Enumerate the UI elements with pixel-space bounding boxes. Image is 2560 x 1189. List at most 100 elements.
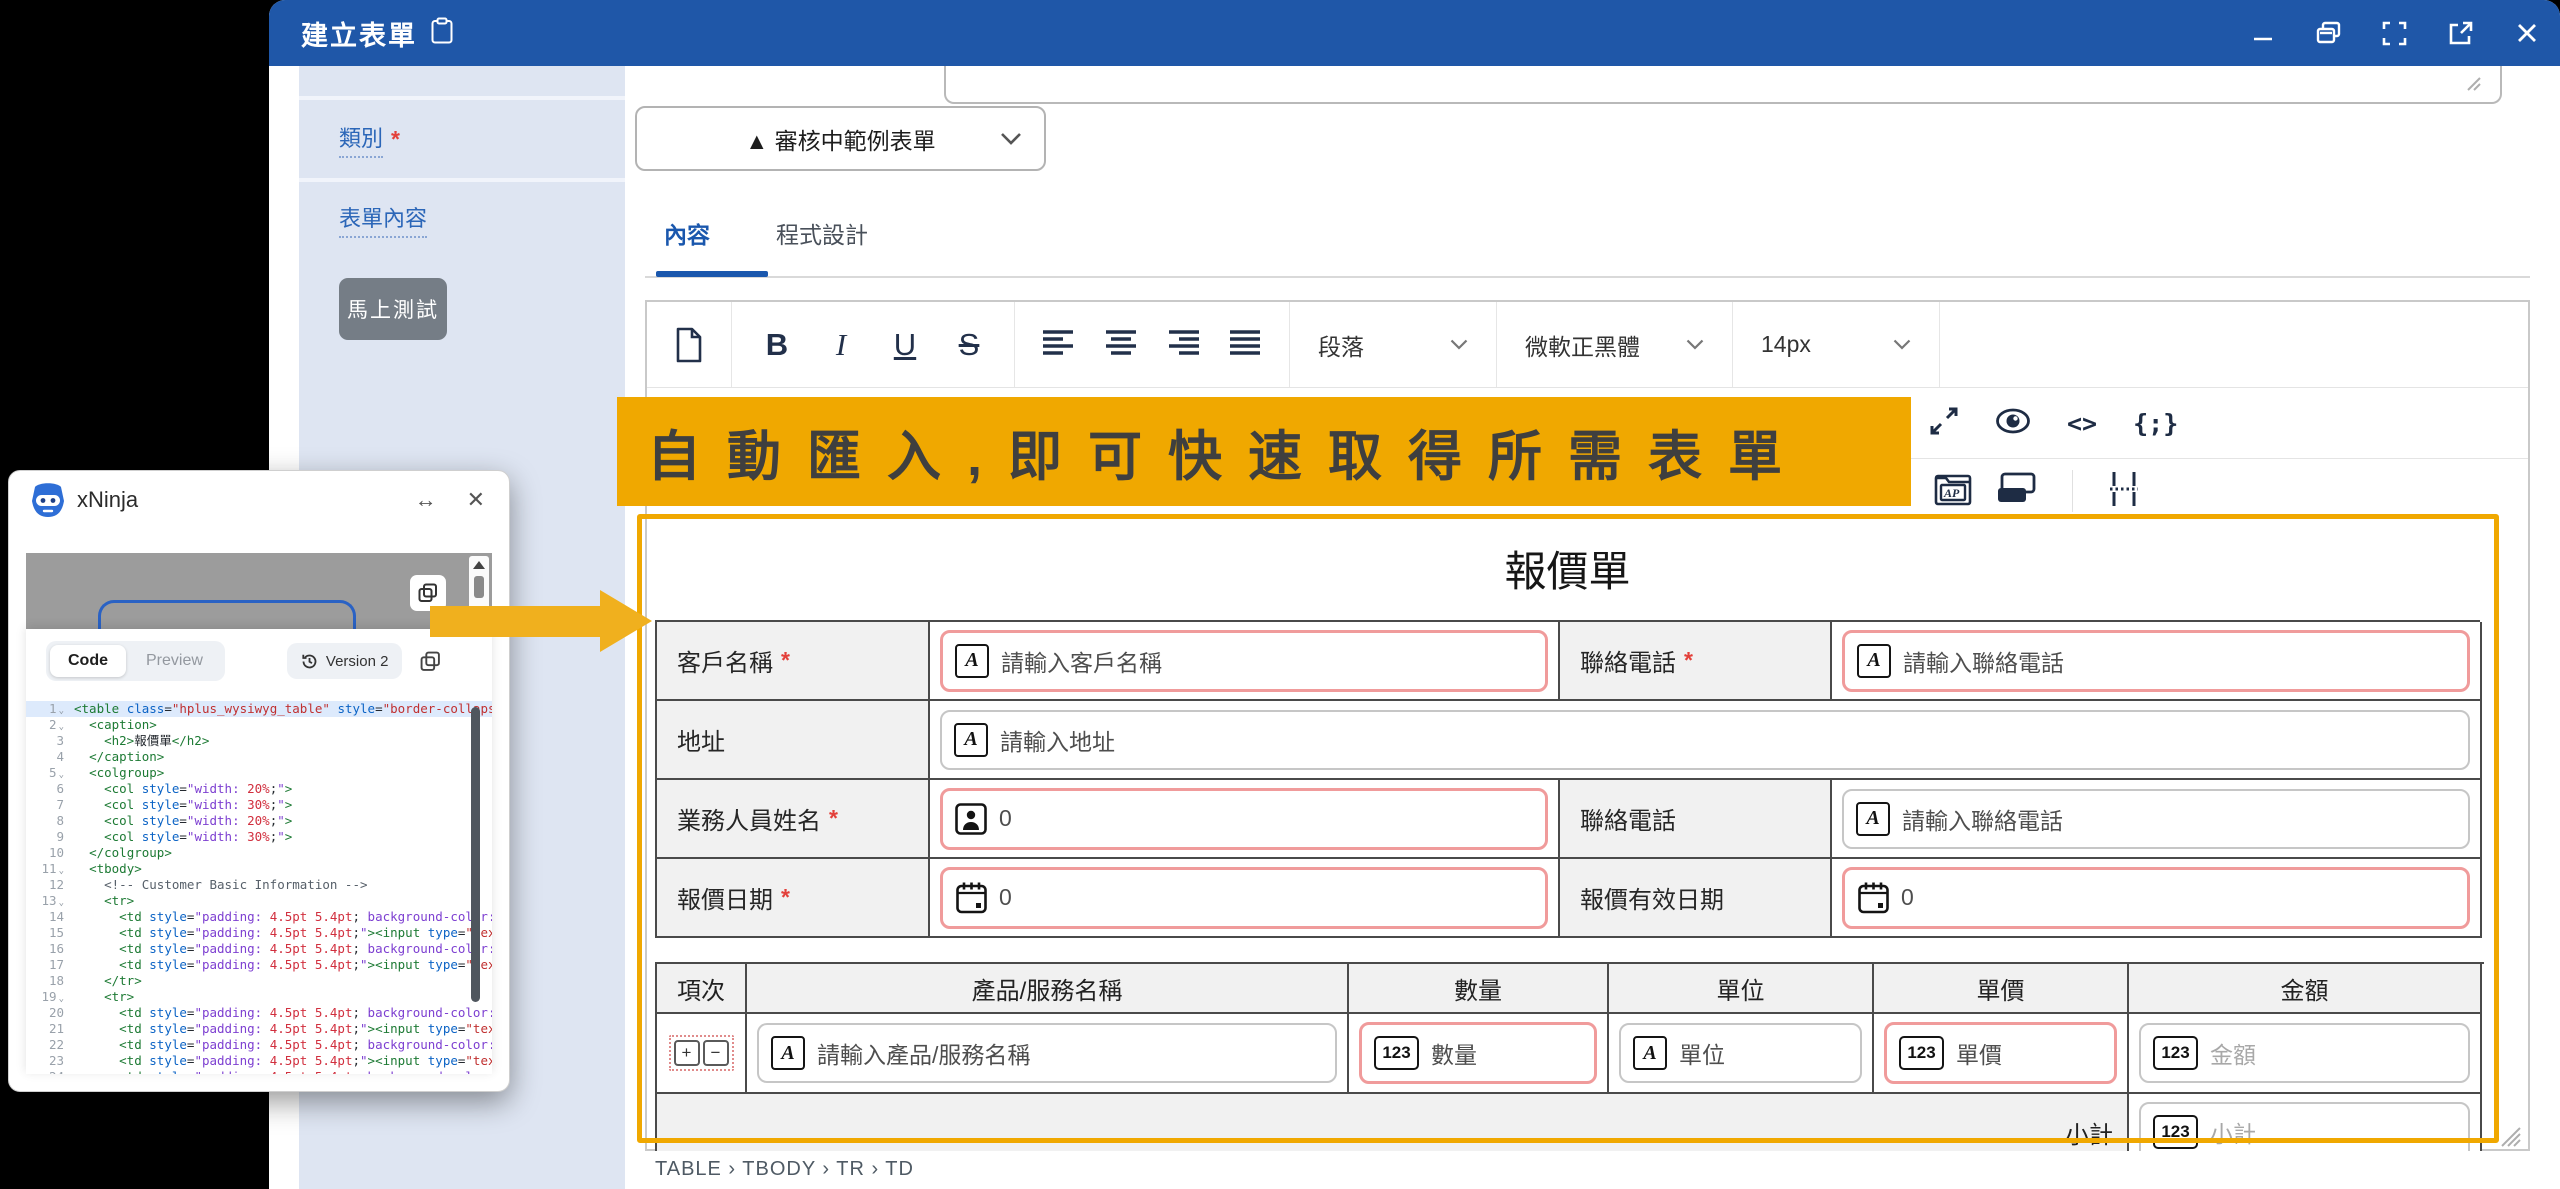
quote-date-input[interactable]: 0 — [940, 866, 1548, 929]
contact-phone2-input[interactable]: A 請輸入聯絡電話 — [1842, 788, 2470, 849]
field-label: 聯絡電話 * — [1560, 622, 1832, 701]
customer-name-input[interactable]: A 請輸入客戶名稱 — [940, 629, 1548, 692]
remove-row-button[interactable]: − — [702, 1040, 729, 1066]
chevron-down-icon — [1686, 339, 1704, 350]
tab-content[interactable]: 內容 — [664, 216, 710, 250]
code-line: 17 <td style="padding: 4.5pt 5.4pt;"><in… — [26, 957, 492, 973]
resize-grip-icon[interactable] — [2498, 1124, 2522, 1153]
scrollbar-thumb[interactable] — [474, 576, 484, 598]
toggle-preview[interactable]: Preview — [128, 645, 221, 677]
column-header: 單位 — [1609, 964, 1874, 1014]
font-family-select[interactable]: 微軟正黑體 — [1497, 302, 1733, 387]
fullscreen-button[interactable] — [2381, 20, 2408, 47]
paragraph-select[interactable]: 段落 — [1290, 302, 1497, 387]
code-preview-toggle: Code Preview — [46, 641, 225, 681]
strikethrough-button[interactable]: S — [952, 327, 986, 363]
open-external-button[interactable] — [2447, 20, 2474, 47]
toggle-code[interactable]: Code — [50, 645, 126, 677]
underline-button[interactable]: U — [888, 327, 922, 363]
preview-eye-icon[interactable] — [1995, 408, 2031, 439]
tab-code-design[interactable]: 程式設計 — [776, 216, 868, 250]
quote-valid-date-input[interactable]: 0 — [1842, 866, 2470, 929]
test-now-button[interactable]: 馬上測試 — [339, 278, 447, 340]
table-cell: 0 — [930, 780, 1560, 859]
align-right-icon[interactable] — [1167, 329, 1199, 360]
scroll-up-arrow-icon[interactable] — [473, 561, 485, 569]
line-number: 19 ⌄ — [41, 989, 64, 1004]
code-line: 15 <td style="padding: 4.5pt 5.4pt;"><in… — [26, 925, 492, 941]
resize-grip-icon[interactable] — [2462, 72, 2482, 97]
table-cell: 123 單價 — [1874, 1014, 2129, 1094]
category-dropdown[interactable]: ▲ 審核中範例表單 — [635, 106, 1046, 171]
promo-banner: 自動匯入,即可快速取得所需表單 — [617, 397, 1911, 506]
code-scrollbar-thumb[interactable] — [471, 707, 480, 1002]
code-editor[interactable]: 1 ⌄ <table class="hplus_wysiwyg_table" sty… — [26, 701, 492, 1074]
column-header: 金額 — [2129, 964, 2482, 1014]
add-row-button[interactable]: + — [673, 1040, 700, 1066]
active-tab-underline — [656, 271, 768, 277]
close-button[interactable] — [2513, 20, 2540, 47]
paragraph-select-value: 段落 — [1318, 333, 1364, 360]
text-field-icon: A — [955, 643, 989, 678]
sales-person-input[interactable]: 0 — [940, 787, 1548, 850]
amount-input[interactable]: 123 金額 — [2139, 1023, 2470, 1083]
copy-code-button[interactable] — [420, 651, 441, 672]
line-number: 23 — [48, 1053, 64, 1068]
product-name-input[interactable]: A 請輸入產品/服務名稱 — [757, 1023, 1337, 1083]
subtotal-input[interactable]: 123 小計 — [2139, 1102, 2470, 1151]
sidebar-item-form-content[interactable]: 表單內容 — [299, 182, 625, 256]
text-field-icon: A — [1857, 643, 1891, 678]
bold-button[interactable]: B — [760, 327, 794, 363]
code-line: 1 ⌄ <table class="hplus_wysiwyg_table" sty… — [26, 701, 492, 717]
line-number: 11 ⌄ — [41, 861, 64, 876]
restore-window-button[interactable] — [2315, 20, 2342, 47]
line-number: 5 ⌄ — [49, 765, 64, 780]
quantity-input[interactable]: 123 數量 — [1359, 1022, 1597, 1084]
table-cell: 0 — [930, 859, 1560, 938]
fullscreen-editor-icon[interactable] — [1929, 406, 1959, 441]
chevron-down-icon — [1000, 125, 1022, 152]
line-number: 21 — [48, 1021, 64, 1036]
line-number: 9 — [56, 829, 64, 844]
minimize-button[interactable] — [2249, 20, 2276, 47]
address-input[interactable]: A 請輸入地址 — [940, 709, 2470, 770]
table-cell: 123 金額 — [2129, 1014, 2482, 1094]
form-name-input-partial[interactable] — [944, 66, 2502, 104]
format-group: B I U S — [732, 302, 1015, 387]
popup-close-icon[interactable]: ✕ — [467, 487, 485, 513]
italic-button[interactable]: I — [824, 327, 858, 363]
source-code-button[interactable]: <> — [2067, 409, 2097, 438]
popup-header[interactable]: xNinja ↔ ✕ — [9, 471, 509, 529]
text-field-icon: A — [954, 722, 988, 757]
unit-input[interactable]: A 單位 — [1619, 1023, 1862, 1083]
popup-resize-icon[interactable]: ↔ — [415, 487, 437, 513]
align-left-icon[interactable] — [1043, 329, 1075, 360]
line-number: 17 — [48, 957, 64, 972]
print-card-icon[interactable] — [1996, 472, 2036, 511]
font-size-select[interactable]: 14px — [1733, 302, 1940, 387]
number-field-icon: 123 — [2153, 1036, 2198, 1070]
sidebar-item-category[interactable]: 類別 * — [299, 100, 625, 182]
category-label[interactable]: 類別 — [339, 121, 384, 158]
code-line: 16 <td style="padding: 4.5pt 5.4pt; back… — [26, 941, 492, 957]
titlebar[interactable]: 建立表單 — [269, 0, 2560, 66]
version-button[interactable]: Version 2 — [286, 643, 403, 679]
code-sample-button[interactable]: {;} — [2133, 409, 2178, 438]
align-justify-icon[interactable] — [1229, 329, 1261, 360]
ap-folder-icon[interactable]: AP — [1934, 472, 1972, 511]
line-number: 24 — [26, 1069, 74, 1074]
code-line: 23 <td style="padding: 4.5pt 5.4pt;"><in… — [26, 1053, 492, 1069]
clipboard-icon[interactable] — [431, 17, 453, 49]
contact-phone-input[interactable]: A 請輸入聯絡電話 — [1842, 629, 2470, 692]
table-cell: A 請輸入客戶名稱 — [930, 622, 1560, 701]
unit-price-input[interactable]: 123 單價 — [1884, 1022, 2117, 1084]
code-line: 2 ⌄ <caption> — [26, 717, 492, 733]
customer-info-table: 客戶名稱 * A 請輸入客戶名稱 聯絡電話 * A 請輸入聯絡電話 地址 A 請輸入… — [655, 620, 2482, 938]
table-column-icon[interactable] — [2109, 470, 2139, 513]
form-content-label[interactable]: 表單內容 — [339, 201, 428, 238]
row-add-remove-group: + − — [668, 1035, 734, 1071]
column-header: 數量 — [1349, 964, 1609, 1014]
element-path-breadcrumb[interactable]: TABLE › TBODY › TR › TD — [655, 1158, 914, 1181]
align-center-icon[interactable] — [1105, 329, 1137, 360]
new-document-button[interactable] — [647, 302, 732, 387]
